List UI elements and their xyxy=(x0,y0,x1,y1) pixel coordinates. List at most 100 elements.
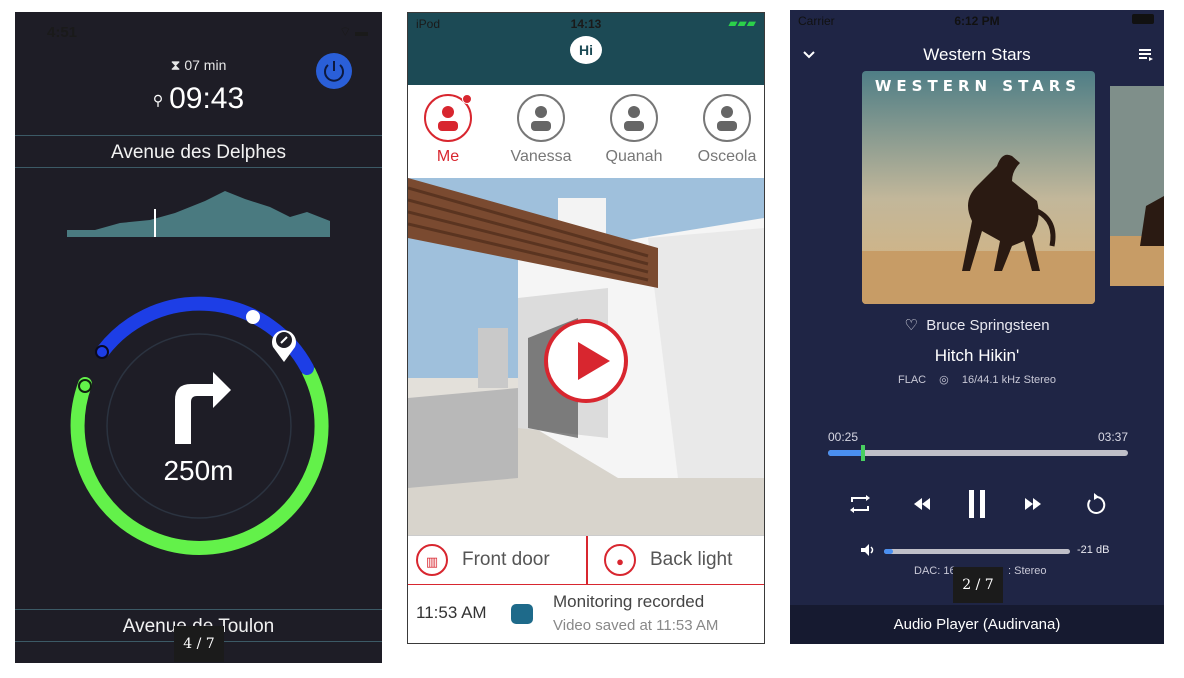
battery-icon xyxy=(1132,14,1154,24)
avatar xyxy=(703,94,751,142)
page-indicator: 4 / 7 xyxy=(174,626,224,662)
arrival-time-value: 09:43 xyxy=(169,82,245,115)
current-street: Avenue des Delphes xyxy=(111,142,286,163)
volume-fill xyxy=(884,549,894,554)
turn-right-arrow-icon xyxy=(175,372,231,444)
status-time: 6:12 PM xyxy=(954,14,1000,28)
horse-artwork: WESTERN STARS xyxy=(862,71,1095,304)
total-time: 03:37 xyxy=(1097,430,1128,444)
replay-button[interactable] xyxy=(1078,486,1114,522)
camera-icon xyxy=(511,604,533,624)
turn-distance: 250m xyxy=(163,455,234,486)
volume-level: -21 dB xyxy=(1077,544,1110,556)
contact-name: Osceola xyxy=(697,148,757,165)
start-dot xyxy=(95,345,109,359)
location-pin-icon: ⚲ xyxy=(152,91,164,108)
app-footer: Audio Player (Audirvana) xyxy=(790,605,1164,644)
event-subtitle: Video saved at 11:53 AM xyxy=(553,617,719,634)
music-player-screen: Carrier 6:12 PM Western Stars WESTERN ST… xyxy=(790,10,1164,644)
pause-button[interactable] xyxy=(959,486,995,522)
repeat-icon xyxy=(850,495,870,513)
artist: ♡ Bruce Springsteen xyxy=(790,316,1164,334)
track-title: Hitch Hikin' xyxy=(934,346,1020,365)
device-label: Front door xyxy=(462,549,550,570)
progress-fill xyxy=(828,450,863,456)
repeat-button[interactable] xyxy=(842,486,878,522)
divider xyxy=(586,536,588,584)
bulb-icon: ● xyxy=(604,544,636,576)
green-dot xyxy=(78,379,92,393)
person-icon xyxy=(717,106,737,131)
next-album-artwork xyxy=(1110,86,1164,286)
replay-icon xyxy=(1087,493,1106,514)
avatar xyxy=(610,94,658,142)
battery-icon: ▬ xyxy=(355,24,368,39)
divider xyxy=(15,135,382,136)
contact-me[interactable]: Me xyxy=(408,94,488,166)
rewind-button[interactable] xyxy=(904,486,940,522)
heart-icon[interactable]: ♡ xyxy=(904,317,917,334)
next-album-cover[interactable] xyxy=(1110,86,1164,286)
gate-icon: ▥ xyxy=(416,544,448,576)
person-icon xyxy=(531,106,551,131)
elapsed-time: 00:25 xyxy=(828,430,859,444)
eta-value: 07 min xyxy=(184,57,227,73)
top-bar: iPod 14:13 ▰▰▰ Hi xyxy=(408,13,764,85)
progress-bar[interactable] xyxy=(828,445,1128,461)
device-label: Back light xyxy=(650,549,733,570)
device-front-door[interactable]: ▥ Front door xyxy=(416,536,550,584)
person-icon xyxy=(624,106,644,131)
artist-name: Bruce Springsteen xyxy=(926,317,1050,334)
divider xyxy=(15,609,382,610)
avatar xyxy=(517,94,565,142)
white-dot xyxy=(246,310,260,324)
app-name: Audio Player (Audirvana) xyxy=(893,616,1061,633)
turn-ring xyxy=(70,296,329,555)
power-icon xyxy=(324,61,344,82)
contact-vanessa[interactable]: Vanessa xyxy=(501,94,581,166)
inner-ring xyxy=(106,333,292,519)
device-back-light[interactable]: ● Back light xyxy=(604,536,732,584)
status-icons: ⌔ ▬ xyxy=(339,24,368,40)
notification-dot xyxy=(462,94,472,104)
fast-forward-button[interactable] xyxy=(1015,486,1051,522)
quality-icon: ◎ xyxy=(939,374,949,386)
rewind-icon xyxy=(914,498,930,510)
hi-logo: Hi xyxy=(570,36,602,64)
battery-icon: ▰▰▰ xyxy=(728,16,756,30)
speaker-icon[interactable] xyxy=(860,543,876,557)
album-title: Western Stars xyxy=(923,45,1031,64)
queue-icon[interactable] xyxy=(1138,48,1154,62)
play-button[interactable] xyxy=(544,319,628,403)
pause-icon xyxy=(969,490,985,518)
wifi-icon: ⌔ xyxy=(339,24,352,39)
status-time: 4:51 xyxy=(47,24,78,41)
elevation-profile xyxy=(67,191,330,237)
elevation-area xyxy=(67,191,330,237)
video-preview[interactable] xyxy=(408,178,764,535)
navigation-screen: 4:51 ⌔ ▬ ⧗ 07 min ⚲ 09:43 Avenue des Delp… xyxy=(15,12,382,663)
contact-list: Me Vanessa Quanah Osceola xyxy=(408,86,764,178)
avatar xyxy=(424,94,472,142)
event-time: 11:53 AM xyxy=(416,603,487,622)
contact-name: Vanessa xyxy=(510,148,572,165)
contact-osceola[interactable]: Osceola xyxy=(687,94,764,166)
contact-name: Me xyxy=(436,148,460,165)
event-row[interactable]: 11:53 AM Monitoring recorded Video saved… xyxy=(408,585,764,643)
album-cover[interactable]: WESTERN STARS xyxy=(862,71,1095,304)
device-bar: ▥ Front door ● Back light xyxy=(408,535,764,586)
status-time: 14:13 xyxy=(570,17,602,31)
volume-slider[interactable] xyxy=(884,549,1070,554)
fast-forward-icon xyxy=(1025,498,1041,510)
page-indicator: 2 / 7 xyxy=(953,567,1003,603)
progress-handle[interactable] xyxy=(860,445,865,461)
dac-info-tail: : Stereo xyxy=(1008,565,1047,577)
contact-quanah[interactable]: Quanah xyxy=(594,94,674,166)
event-title: Monitoring recorded xyxy=(553,592,705,611)
format-info: FLAC ◎ 16/44.1 kHz Stereo xyxy=(790,373,1164,386)
power-button[interactable] xyxy=(316,53,352,89)
contact-name: Quanah xyxy=(605,148,663,165)
dac-info: DAC: 16 xyxy=(914,565,956,577)
hi-app-screen: iPod 14:13 ▰▰▰ Hi Me Vanessa Quanah Osce… xyxy=(407,12,765,644)
cover-text: WESTERN STARS xyxy=(875,77,1081,95)
